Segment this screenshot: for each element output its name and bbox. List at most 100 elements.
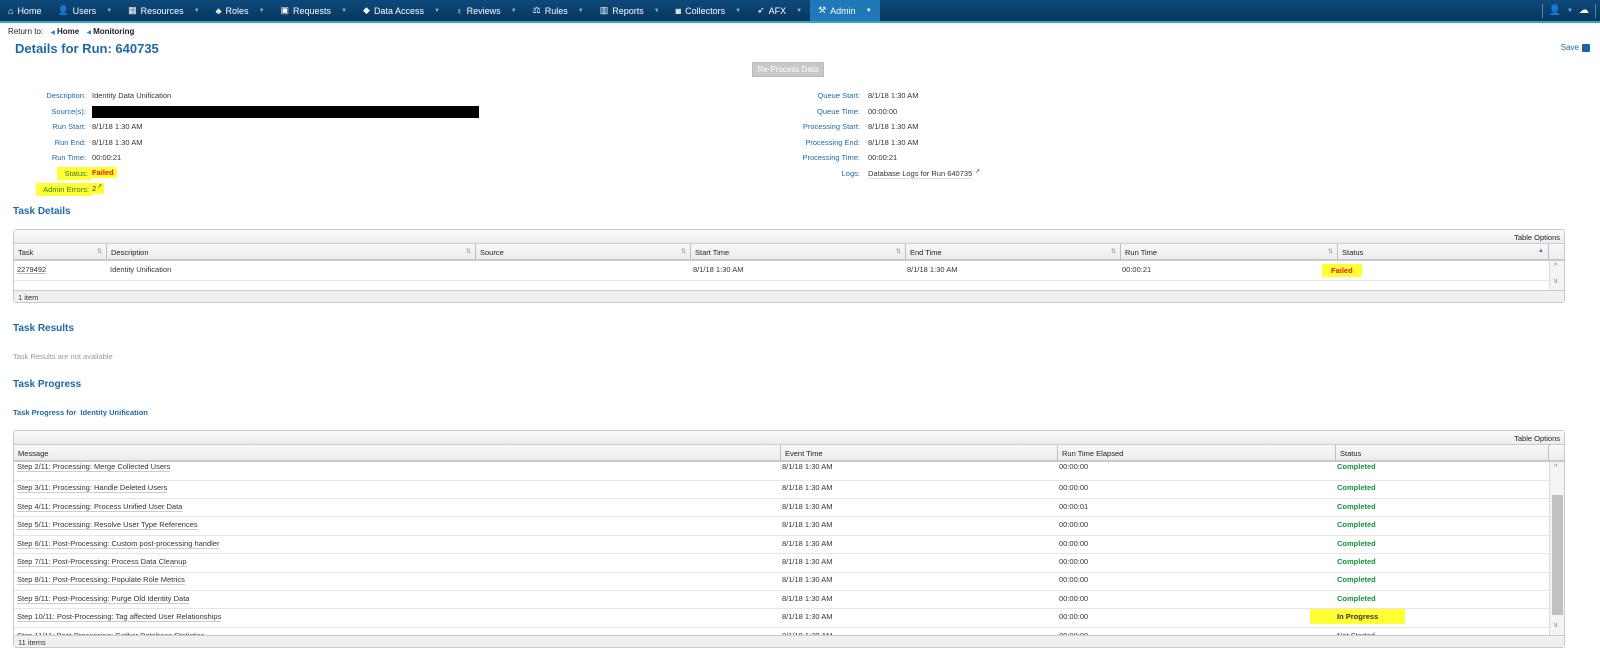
table-options-link[interactable]: Table Options (1514, 434, 1560, 443)
nav-item-label: Data Access (373, 5, 424, 16)
nav-item-rules[interactable]: ⚖ Rules ▼ (525, 0, 592, 21)
chevron-down-icon: ▼ (106, 7, 113, 14)
table-row[interactable]: Step 4/11: Processing: Process Unified U… (14, 499, 1549, 518)
cloud-icon[interactable]: ☁ (1579, 5, 1589, 16)
status-badge: In Progress (1310, 609, 1406, 625)
detail-value-description: Identity Data Unification (92, 91, 172, 100)
nav-item-reviews[interactable]: ♀ Reviews ▼ (448, 0, 525, 21)
table-row[interactable]: Step 10/11: Post-Processing: Tag affecte… (14, 609, 1549, 628)
nav-item-label: Collectors (685, 5, 726, 16)
breadcrumb-monitoring[interactable]: Monitoring (93, 27, 134, 36)
table-row[interactable]: 2279492 Identity Unification 8/1/18 1:30… (14, 261, 1549, 281)
event-time: 8/1/18 1:30 AM (782, 612, 833, 622)
table-row[interactable]: Step 3/11: Processing: Handle Deleted Us… (14, 480, 1549, 499)
sort-icon[interactable]: ⇅ (1328, 248, 1333, 255)
nav-item-admin[interactable]: ⚒ Admin ▼ (810, 0, 880, 21)
column-header-message[interactable]: Message (14, 445, 781, 461)
floppy-disk-icon (1582, 43, 1590, 52)
detail-value-adminerrors[interactable]: 2 ↗ (89, 182, 105, 194)
nav-item-users[interactable]: 👤 Users ▼ (49, 0, 120, 21)
nav-item-roles[interactable]: ♣ Roles ▼ (208, 0, 273, 21)
cube-icon: ◆ (363, 5, 370, 15)
column-header-status[interactable]: Status ▲ (1338, 244, 1549, 260)
user-icon: 👤 (57, 5, 69, 15)
run-time-elapsed: 00:00:00 (1059, 483, 1089, 493)
nav-item-resources[interactable]: ▦ Resources ▼ (120, 0, 208, 21)
column-header-start-time[interactable]: Start Time ⇅ (691, 244, 906, 260)
sort-icon[interactable]: ⇅ (681, 248, 686, 255)
rocket-icon: ➶ (757, 5, 765, 15)
detail-label: Description: (46, 91, 86, 100)
chevron-down-icon: ▼ (510, 7, 517, 14)
detail-label: Queue Start: (817, 91, 860, 100)
home-icon: ⌂ (8, 5, 14, 16)
sort-ascending-icon[interactable]: ▲ (1538, 248, 1544, 254)
scrollbar-thumb[interactable] (1552, 495, 1563, 615)
table-options-link[interactable]: Table Options (1514, 233, 1560, 242)
sort-icon[interactable]: ⇅ (896, 248, 901, 255)
column-header-status[interactable]: Status (1336, 445, 1549, 461)
save-button[interactable]: Save (1561, 43, 1590, 52)
detail-label: Run Start: (52, 122, 86, 132)
table-footer: 1 item (14, 290, 1564, 302)
breadcrumb-home[interactable]: Home (57, 27, 79, 36)
scrollbar[interactable]: ^ v (1549, 462, 1564, 635)
task-id-link[interactable]: 2279492 (17, 265, 46, 274)
sort-icon[interactable]: ⇅ (1111, 248, 1116, 255)
column-header-end-time[interactable]: End Time ⇅ (906, 244, 1121, 260)
column-header-run-time[interactable]: Run Time ⇅ (1121, 244, 1338, 260)
nav-item-data-access[interactable]: ◆ Data Access ▼ (355, 0, 448, 21)
table-row[interactable]: Step 7/11: Post-Processing: Process Data… (14, 554, 1549, 573)
scroll-down-icon[interactable]: v (1554, 622, 1558, 629)
detail-label: Run Time: (51, 153, 86, 163)
chevron-down-icon: ▼ (577, 7, 584, 14)
sort-icon[interactable]: ⇅ (97, 248, 102, 255)
table-row[interactable]: Step 9/11: Post-Processing: Purge Old Id… (14, 591, 1549, 610)
divider (1595, 3, 1596, 18)
run-time-elapsed: 00:00:01 (1059, 501, 1089, 511)
status-badge: Completed (1337, 520, 1376, 530)
table-row[interactable]: Step 8/11: Post-Processing: Populate Rol… (14, 572, 1549, 591)
nav-item-label: Admin (830, 5, 856, 16)
nav-item-afx[interactable]: ➶ AFX ▼ (749, 0, 810, 21)
detail-value-logs[interactable]: Database Logs for Run 640735 (868, 169, 973, 179)
clipboard-icon: ▣ (280, 5, 290, 15)
table-row[interactable]: Step 2/11: Processing: Merge Collected U… (14, 462, 1549, 481)
event-time: 8/1/18 1:30 AM (782, 575, 833, 585)
table-row[interactable]: Step 5/11: Processing: Resolve User Type… (14, 517, 1549, 536)
scroll-down-icon[interactable]: v (1554, 278, 1558, 285)
detail-value-sources (92, 105, 479, 118)
scroll-up-icon[interactable]: ^ (1554, 263, 1557, 270)
nav-item-collectors[interactable]: ◙ Collectors ▼ (668, 0, 749, 21)
event-time: 8/1/18 1:30 AM (782, 462, 833, 471)
column-header-source[interactable]: Source ⇅ (476, 244, 691, 260)
chevron-down-icon: ▼ (796, 7, 803, 14)
run-time-elapsed: 00:00:00 (1059, 575, 1089, 585)
step-message: Step 8/11: Post-Processing: Populate Rol… (17, 575, 185, 586)
nav-item-reports[interactable]: ▥ Reports ▼ (592, 0, 668, 21)
detail-label: Processing Time: (802, 153, 860, 163)
nav-item-requests[interactable]: ▣ Requests ▼ (273, 0, 356, 21)
scale-icon: ⚖ (532, 5, 541, 15)
column-header-task[interactable]: Task ⇅ (14, 244, 107, 260)
column-header-run-time-elapsed[interactable]: Run Time Elapsed (1058, 445, 1336, 461)
detail-label: Queue Time: (817, 106, 860, 116)
detail-value-runtime: 00:00:21 (92, 153, 122, 163)
divider (1541, 3, 1543, 18)
run-time-elapsed: 00:00:00 (1059, 557, 1089, 566)
task-run-time: 00:00:21 (1122, 265, 1152, 274)
nav-item-label: AFX (768, 5, 787, 16)
detail-value-status: Failed (89, 167, 117, 178)
scrollbar[interactable]: ^ v (1549, 261, 1564, 290)
column-header-description[interactable]: Description ⇅ (107, 244, 476, 260)
nav-item-home[interactable]: ⌂ Home (0, 0, 49, 21)
task-progress-subtitle: Task Progress for Identity Unification (13, 408, 148, 417)
step-message: Step 10/11: Post-Processing: Tag affecte… (17, 612, 222, 623)
table-row[interactable]: Step 6/11: Post-Processing: Custom post-… (14, 536, 1549, 555)
user-menu-icon[interactable]: 👤 (1549, 5, 1561, 16)
scroll-up-icon[interactable]: ^ (1554, 464, 1557, 471)
column-header-event-time[interactable]: Event Time (781, 445, 1058, 461)
sort-icon[interactable]: ⇅ (466, 248, 471, 255)
sitemap-icon: ♣ (215, 5, 222, 16)
reprocess-data-button[interactable]: Re-Process Data (752, 62, 824, 77)
